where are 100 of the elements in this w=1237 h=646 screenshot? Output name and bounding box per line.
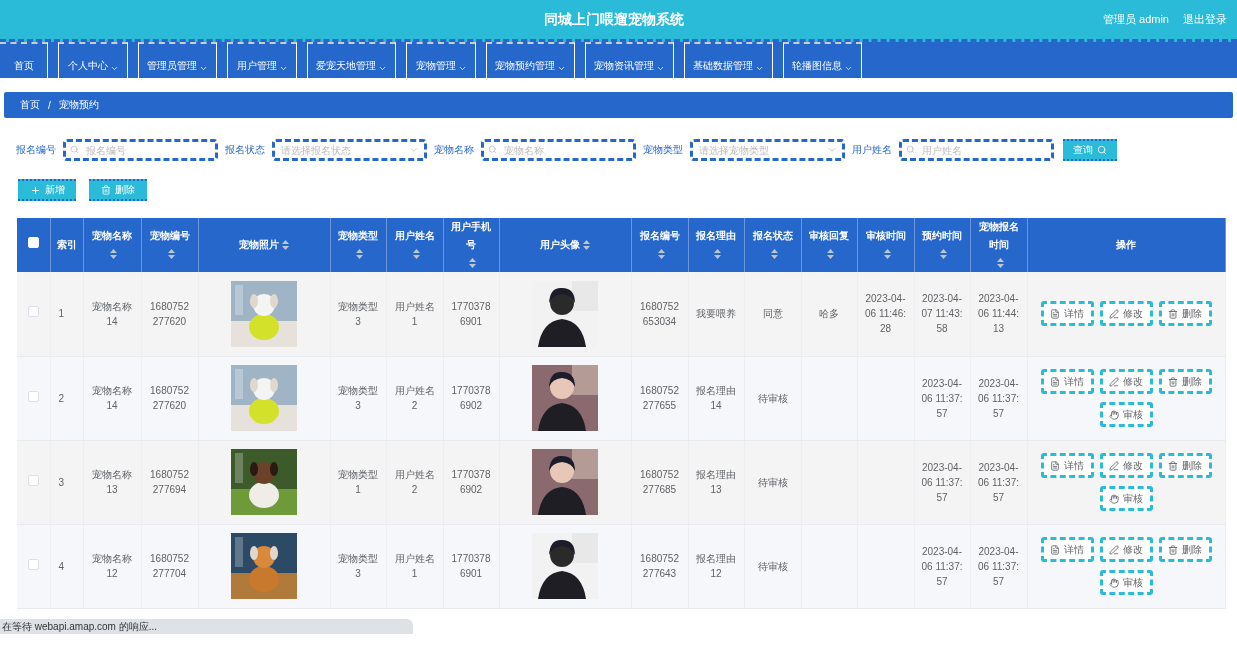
table-cell: 17703786902 [451, 469, 491, 495]
input-field[interactable]: 用户姓名 [899, 139, 1054, 161]
hand-icon [1109, 493, 1119, 504]
nav-item[interactable]: 管理员管理 [138, 42, 217, 78]
table-cell: 报名理由13 [696, 469, 736, 495]
breadcrumb-item: 宠物预约 [58, 98, 99, 112]
column-header: 索引 [56, 238, 77, 252]
sort-icon[interactable] [282, 240, 289, 251]
checkbox[interactable] [27, 306, 39, 318]
table-cell: 1680752277643 [640, 553, 679, 579]
column-header: 用户姓名 [394, 229, 435, 243]
select-field[interactable]: 请选择报名状态 [272, 139, 427, 161]
column-header: 宠物报名时间 [977, 220, 1020, 252]
table-cell: 2023-04-06 11:44:13 [978, 293, 1019, 335]
pen-icon [1109, 308, 1119, 319]
pen-icon [1109, 460, 1119, 471]
document-icon [1050, 376, 1060, 387]
breadcrumb-item[interactable]: 首页 [20, 98, 40, 112]
table-cell: 2023-04-06 11:37:57 [921, 461, 963, 503]
nav-item[interactable]: 宠物资讯管理 [585, 42, 674, 78]
filter-label: 报名状态 [225, 143, 265, 157]
table-cell: 用户姓名1 [394, 553, 435, 579]
input-field[interactable]: 报名编号 [63, 139, 218, 161]
table-cell: 1680752653034 [640, 300, 679, 327]
table-cell: 17703786901 [451, 300, 491, 327]
table-cell: 1680752277655 [640, 385, 679, 411]
search-icon [1097, 145, 1107, 155]
table-cell: 宠物名称13 [92, 469, 132, 495]
detail-button[interactable]: 详情 [1040, 369, 1094, 394]
detail-button[interactable]: 详情 [1040, 453, 1094, 478]
nav-item[interactable]: 轮播图信息 [783, 42, 862, 78]
detail-button[interactable]: 详情 [1040, 537, 1094, 562]
filter-label: 宠物类型 [643, 143, 683, 157]
hand-icon [1109, 577, 1119, 588]
column-header: 宠物照片 [239, 238, 279, 252]
edit-button[interactable]: 修改 [1099, 301, 1153, 327]
document-icon [1050, 544, 1060, 555]
sort-icon[interactable] [356, 249, 363, 260]
nav-item[interactable]: 爱宠天地管理 [307, 42, 396, 78]
table-cell: 宠物名称14 [92, 385, 132, 411]
table-cell: 3 [58, 476, 65, 488]
table-cell: 17703786902 [451, 385, 491, 411]
document-icon [1050, 460, 1060, 471]
sort-icon[interactable] [657, 249, 665, 260]
table-cell: 报名理由14 [696, 385, 736, 411]
sort-icon[interactable] [770, 249, 778, 260]
trash-icon [1168, 376, 1178, 387]
checkbox[interactable] [27, 474, 39, 486]
audit-button[interactable]: 审核 [1099, 402, 1153, 427]
checkbox[interactable] [27, 390, 39, 402]
pen-icon [1109, 544, 1119, 555]
filter-label: 用户姓名 [852, 143, 892, 157]
hand-icon [1109, 409, 1119, 420]
chevron-icon [827, 145, 837, 155]
delete-button[interactable]: 删除 [1158, 453, 1212, 478]
sort-icon[interactable] [940, 249, 947, 260]
table-cell: 1 [58, 308, 65, 320]
nav-item[interactable]: 宠物预约管理 [486, 42, 575, 78]
column-header: 用户头像 [540, 238, 580, 252]
delete-button[interactable]: 删除 [1158, 369, 1212, 394]
nav-item[interactable]: 个人中心 [58, 42, 128, 78]
delete-button[interactable]: 删除 [1158, 301, 1212, 327]
table-cell: 2023-04-06 11:37:57 [921, 545, 963, 587]
detail-button[interactable]: 详情 [1040, 301, 1094, 327]
table-cell: 宠物名称12 [92, 553, 132, 579]
audit-button[interactable]: 审核 [1099, 486, 1153, 511]
browser-status-bar: 在等待 webapi.amap.com 的响应... [0, 619, 413, 634]
nav-item[interactable]: 基础数据管理 [684, 42, 773, 78]
sort-icon[interactable] [714, 249, 721, 260]
app-title: 同城上门喂遛宠物系统 [543, 10, 686, 29]
sort-icon[interactable] [827, 249, 834, 260]
trash-icon [101, 185, 111, 195]
sort-icon[interactable] [583, 240, 590, 251]
table-cell: 1680752277620 [150, 300, 189, 327]
sort-icon[interactable] [883, 249, 891, 260]
table-cell: 待审核 [757, 560, 788, 572]
sort-icon[interactable] [167, 249, 175, 260]
nav-item[interactable]: 首页 [0, 42, 48, 78]
sort-icon[interactable] [412, 249, 420, 260]
input-field[interactable]: 宠物名称 [481, 139, 636, 161]
audit-button[interactable]: 审核 [1099, 570, 1153, 595]
plus-icon [29, 184, 41, 196]
nav-item[interactable]: 用户管理 [227, 42, 297, 78]
breadcrumb-separator: / [48, 99, 51, 111]
sort-icon[interactable] [469, 258, 476, 269]
edit-button[interactable]: 修改 [1099, 369, 1153, 394]
column-header: 审核回复 [809, 229, 849, 243]
table-cell: 4 [58, 560, 65, 572]
edit-button[interactable]: 修改 [1099, 453, 1153, 478]
column-header: 用户手机号 [450, 220, 492, 252]
nav-item[interactable]: 宠物管理 [406, 42, 476, 78]
table-cell: 2023-04-06 11:37:57 [978, 377, 1019, 419]
checkbox[interactable] [27, 558, 39, 570]
trash-icon [1168, 544, 1178, 555]
edit-button[interactable]: 修改 [1099, 537, 1153, 562]
column-header: 审核时间 [865, 229, 906, 243]
sort-icon[interactable] [110, 249, 117, 260]
table-cell: 2023-04-06 11:37:57 [978, 461, 1019, 503]
sort-icon[interactable] [996, 258, 1004, 269]
delete-button[interactable]: 删除 [1158, 537, 1212, 562]
